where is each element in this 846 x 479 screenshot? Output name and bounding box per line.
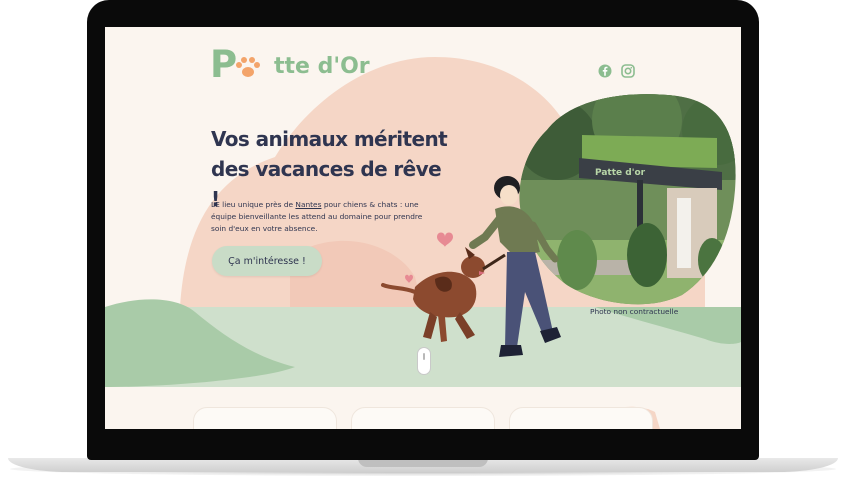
intro-text-start: LE lieu unique près de [211,200,296,209]
website-screen: Patte d'or P tte d'Or Vos animaux mérite… [105,27,741,429]
social-links [598,64,635,78]
facebook-icon[interactable] [598,64,612,78]
scroll-down-indicator[interactable] [417,347,431,375]
logo-text: tte d'Or [274,54,370,79]
paw-icon [236,57,260,77]
cta-interested-button[interactable]: Ça m'intéresse ! [212,246,322,276]
feature-card [193,407,337,429]
feature-card [509,407,653,429]
photo-caption: Photo non contractuelle [590,307,679,316]
scroll-wheel [423,353,425,360]
nantes-link[interactable]: Nantes [295,200,321,209]
instagram-icon[interactable] [621,64,635,78]
hero-intro: LE lieu unique près de Nantes pour chien… [211,199,426,235]
feature-card [351,407,495,429]
